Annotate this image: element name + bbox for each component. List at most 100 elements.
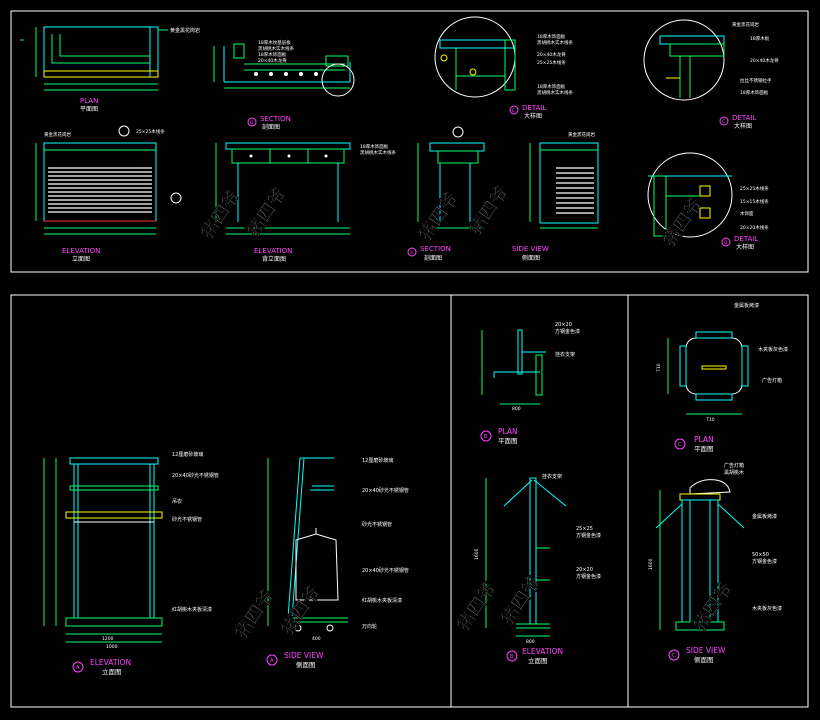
top-elev1-slats [48, 167, 152, 213]
top-detail1-notes: 18厚木饰面板 黑胡桃木实木线条 20×40木龙骨 25×25木线条 18厚木饰… [537, 33, 573, 96]
section1-marker: B [250, 120, 253, 126]
elevB-dim-1: 1600 [474, 548, 480, 560]
planB-note-1: 20×20 [555, 322, 572, 328]
sideA-note-3: 砂光不锈钢管 [362, 521, 392, 528]
sheet-frames [10, 10, 809, 708]
watermark-2: 猪四爷 [242, 183, 292, 241]
detail1-note-5: 18厚木饰面板 [537, 83, 566, 90]
detail1-note-1: 18厚木饰面板 [537, 33, 566, 40]
sideC-note-3: 金属板烤漆 [752, 513, 777, 520]
top-plan-drawing [20, 26, 168, 91]
detail3-note-2: 15×15木线条 [740, 198, 769, 205]
sideA-note-2: 20×40砂光不锈钢管 [362, 487, 409, 494]
detail1-note-6: 黑胡桃木实木线条 [537, 89, 573, 96]
planB-dim-1: 800 [512, 406, 521, 412]
planB-note-2: 方钢金色漆 [555, 328, 580, 335]
detail1-note-3: 20×40木龙骨 [537, 51, 566, 58]
sideA-note-4: 20×40砂光不锈钢管 [362, 567, 409, 574]
bottom-sideA-notes: 12厘磨砂玻璃 20×40砂光不锈钢管 砂光不锈钢管 20×40砂光不锈钢管 红… [362, 457, 409, 630]
elevA-sub: 立面图 [102, 667, 122, 676]
elevB-dim-2: 800 [526, 639, 535, 645]
top-side-slats [556, 167, 594, 214]
detail2-note-2: 18厚木板 [750, 35, 770, 42]
detail2-note-1: 黄金黑花岗岩 [732, 21, 759, 28]
bottom-planB-drawing [481, 329, 546, 405]
top-side-drawing [529, 142, 599, 229]
watermark-10: 猪四爷 [688, 577, 738, 635]
planB-sub: 平面图 [498, 437, 518, 445]
planC-note-1: 金属板烤漆 [734, 302, 759, 309]
top-section1-notes: 18厚木纹基层板 黑胡桃木实木线条 18厚木饰面板 20×40木龙骨 [258, 39, 294, 64]
planC-note-2: 木夹板灰色漆 [758, 346, 788, 353]
elevB-note-1: 挂衣支架 [542, 473, 562, 480]
planC-note-3: 广告灯箱 [762, 377, 782, 384]
detail1-note-4: 25×25木线条 [537, 59, 566, 66]
elev2-sub: 背立面图 [262, 255, 286, 263]
watermark-7: 猪四爷 [276, 581, 326, 639]
elevB-sub: 立面图 [528, 656, 548, 665]
sideA-sub: 侧面图 [296, 660, 316, 669]
section2-marker: A [410, 250, 414, 256]
top-plan-title: PLAN [80, 97, 98, 105]
elevA-title: ELEVATION [90, 658, 131, 667]
detail2-note-4: 拉丝不锈钢拉手 [740, 77, 772, 84]
elevB-note-2: 25×25 [576, 526, 593, 532]
sideA-dim-1: 400 [312, 636, 321, 642]
detail1-title: DETAIL [522, 104, 546, 112]
detail3-note-4: 20×20木线条 [740, 224, 769, 231]
section1-note-1: 18厚木纹基层板 [258, 39, 291, 46]
bottom-elevA-drawing [43, 457, 163, 643]
top-section1-hooks [254, 72, 318, 76]
bottom-elevB-notes: 挂衣支架 25×25 方钢金色漆 20×20 方钢金色漆 [542, 473, 601, 580]
sideC-note-4: 50×50 [752, 552, 769, 558]
planC-sub: 平面图 [694, 445, 714, 453]
side-note: 黄金黑花岗岩 [568, 131, 595, 138]
elevA-note-3: 吊衣 [172, 498, 182, 505]
sideA-title: SIDE VIEW [284, 651, 324, 660]
section1-note-2: 黑胡桃木实木线条 [258, 45, 294, 52]
top-plan-sub: 平面图 [80, 106, 98, 113]
section1-note-3: 18厚木饰面板 [258, 51, 287, 58]
sideC-note-6: 木夹板灰色漆 [752, 605, 782, 612]
top-detail3-notes: 25×25木线条 15×15木线条 木饰面 20×20木线条 [740, 185, 769, 231]
detail2-sub: 大样图 [734, 122, 752, 130]
top-elev2-drawing [215, 142, 351, 235]
sideA-note-1: 12厘磨砂玻璃 [362, 457, 393, 464]
sideC-note-1: 广告灯箱 [724, 462, 744, 469]
detail3-sub: 大样图 [736, 243, 754, 251]
bottom-planC-drawing [667, 331, 749, 415]
elevB-marker: B [510, 654, 514, 660]
top-elev2-knobs [249, 154, 328, 158]
top-plan-note: 黄金黑花岗岩 [170, 27, 200, 34]
side-sub: 侧面图 [522, 254, 540, 262]
detail2-marker: C [722, 119, 725, 125]
sideC-sub: 侧面图 [694, 655, 714, 664]
detail1-note-2: 黑胡桃木实木线条 [537, 39, 573, 46]
elevB-title: ELEVATION [522, 647, 563, 656]
top-detail2-notes: 黄金黑花岗岩 18厚木板 20×40木龙骨 拉丝不锈钢拉手 18厚木饰面板 [732, 21, 779, 96]
elev2-title: ELEVATION [254, 247, 292, 255]
detail3-note-3: 木饰面 [740, 210, 754, 217]
elev2-note-1: 18厚木饰面板 [360, 143, 389, 150]
elevB-note-5: 方钢金色漆 [576, 573, 601, 580]
elevB-note-4: 20×20 [576, 567, 593, 573]
sideA-note-5: 红胡桃木夹板清漆 [362, 597, 402, 604]
detail1-sub: 大样图 [524, 112, 542, 120]
planC-dim-2: 710 [706, 417, 715, 423]
detail2-note-5: 18厚木饰面板 [740, 89, 769, 96]
elevA-note-2: 20×40砂光不锈钢管 [172, 472, 219, 479]
planC-marker: C [678, 442, 682, 448]
watermark-4: 猪四爷 [464, 181, 514, 239]
elevA-note-1: 12厘磨砂玻璃 [172, 451, 203, 458]
detail3-note-1: 25×25木线条 [740, 185, 769, 192]
sideC-marker: C [672, 653, 676, 659]
section2-title: SECTION [420, 245, 451, 253]
elevB-note-3: 方钢金色漆 [576, 532, 601, 539]
planC-title: PLAN [694, 435, 714, 444]
elev1-title: ELEVATION [62, 247, 100, 255]
bottom-planB-notes: 20×20 方钢金色漆 挂衣支架 [555, 322, 580, 358]
elevA-note-5: 红胡桃木夹板清漆 [172, 606, 212, 613]
elevA-marker: A [76, 665, 80, 671]
section1-note-4: 20×40木龙骨 [258, 57, 287, 64]
elevA-dim-2: 1000 [106, 644, 118, 650]
